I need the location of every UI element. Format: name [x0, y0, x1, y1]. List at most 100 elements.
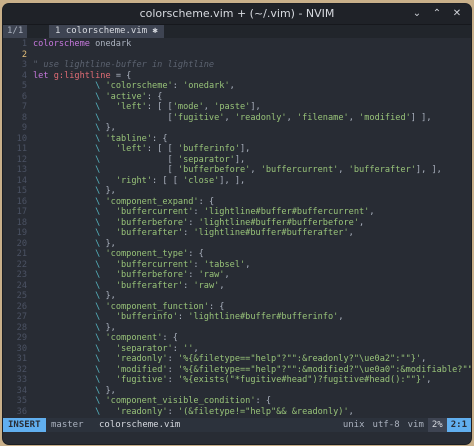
line-number: 22 [16, 259, 27, 270]
code-line[interactable]: 28 \ }, [3, 323, 471, 334]
code-line[interactable]: 6 \ 'active': { [3, 92, 471, 103]
tab-active[interactable]: 1 colorscheme.vim ✱ [49, 25, 164, 38]
code-line[interactable]: 14 \ 'right': [ [ 'close'], ], [3, 176, 471, 187]
line-number: 2 [21, 49, 27, 60]
code-line[interactable]: 35 \ 'component_visible_condition': { [3, 396, 471, 407]
code-line[interactable]: 9 \ }, [3, 123, 471, 134]
code-line[interactable]: 7 \ 'left': [ ['mode', 'paste'], [3, 102, 471, 113]
line-text: \ }, [95, 291, 116, 301]
line-number: 14 [16, 175, 27, 186]
line-text: " use lightline-buffer in lightline [33, 60, 215, 70]
window-title: colorscheme.vim + (~/.vim) - NVIM [139, 7, 335, 20]
line-text: \ 'right': [ [ 'close'], ], [95, 175, 246, 186]
mode-indicator: INSERT [3, 418, 46, 432]
code-line[interactable]: 23 \ 'bufferbefore': 'raw', [3, 270, 471, 281]
code-line[interactable]: 2 [3, 50, 471, 61]
line-text: \ }, [95, 123, 116, 133]
line-text: \ ['fugitive', 'readonly', 'filename', '… [95, 112, 432, 123]
code-line[interactable]: 8 \ ['fugitive', 'readonly', 'filename',… [3, 113, 471, 124]
line-number: 30 [16, 343, 27, 354]
line-text: \ 'bufferinfo': 'lightline#buffer#buffer… [95, 312, 344, 322]
code-line[interactable]: 33 \ 'fugitive': '%{exists("*fugitive#he… [3, 375, 471, 386]
line-text: \ 'fugitive': '%{exists("*fugitive#head"… [95, 375, 432, 385]
code-line[interactable]: 1 colorscheme onedark [3, 39, 471, 50]
code-line[interactable]: 16 \ 'component_expand': { [3, 197, 471, 208]
line-text: \ 'active': { [95, 91, 163, 102]
line-number: 32 [16, 364, 27, 375]
code-line[interactable]: 24 \ 'bufferafter': 'raw', [3, 281, 471, 292]
code-line[interactable]: 10 \ 'tabline': { [3, 134, 471, 145]
code-line[interactable]: 31 \ 'readonly': '%{&filetype=="help"?""… [3, 354, 471, 365]
code-line[interactable]: 19 \ 'bufferafter': 'lightline#buffer#bu… [3, 228, 471, 239]
line-number: 15 [16, 186, 27, 196]
line-text: \ 'tabline': { [95, 133, 168, 144]
line-number: 5 [21, 81, 27, 91]
line-number: 13 [16, 165, 27, 175]
command-line[interactable] [3, 432, 471, 444]
line-number: 33 [16, 375, 27, 385]
code-line[interactable]: 20 \ }, [3, 239, 471, 250]
git-branch: master [51, 420, 84, 430]
line-number: 24 [16, 280, 27, 291]
line-text: \ 'readonly': '%{&filetype=="help"?"":&r… [95, 354, 427, 364]
line-text: \ 'bufferafter': 'raw', [95, 280, 225, 291]
maximize-icon[interactable]: ⌃ [431, 8, 443, 20]
line-number: 6 [21, 91, 27, 102]
code-line[interactable]: 22 \ 'buffercurrent': 'tabsel', [3, 260, 471, 271]
code-line[interactable]: 29 \ 'component': { [3, 333, 471, 344]
code-line[interactable]: 15 \ }, [3, 186, 471, 197]
code-line[interactable]: 27 \ 'bufferinfo': 'lightline#buffer#buf… [3, 312, 471, 323]
statusline: INSERT master colorscheme.vim unix utf-8… [3, 418, 471, 432]
code-line[interactable]: 3 " use lightline-buffer in lightline [3, 60, 471, 71]
line-text: \ 'component_expand': { [95, 196, 215, 207]
line-number: 4 [21, 70, 27, 81]
code-line[interactable]: 30 \ 'separator': '', [3, 344, 471, 355]
line-text: let g:lightline = { [33, 70, 132, 81]
line-number: 19 [16, 228, 27, 238]
cursor-position: 2:1 [446, 418, 471, 432]
line-text: \ }, [95, 385, 116, 396]
line-text: \ 'component_type': { [95, 249, 204, 259]
statusline-right: unix utf-8 vim 2% 2:1 [339, 418, 471, 432]
file-type: vim [407, 420, 424, 430]
code-line[interactable]: 17 \ 'buffercurrent': 'lightline#buffer#… [3, 207, 471, 218]
code-line[interactable]: 21 \ 'component_type': { [3, 249, 471, 260]
line-text: \ 'bufferafter': 'lightline#buffer#buffe… [95, 228, 354, 238]
code-editor[interactable]: 1 colorscheme onedark 2 3 " use lightline-bu… [3, 39, 471, 417]
line-text: \ 'modified': '%{&filetype=="help"?"":&m… [95, 364, 471, 375]
code-line[interactable]: 36 \ 'readonly': '(&filetype!="help"&& &… [3, 407, 471, 418]
line-text: \ 'left': [ ['mode', 'paste'], [95, 102, 261, 112]
code-line[interactable]: 26 \ 'component_function': { [3, 302, 471, 313]
line-number: 11 [16, 144, 27, 154]
line-number: 16 [16, 196, 27, 207]
line-text: \ 'component_visible_condition': { [95, 396, 272, 406]
code-line[interactable]: 11 \ 'left': [ [ 'bufferinfo'], [3, 144, 471, 155]
code-line[interactable]: 5 \ 'colorscheme': 'onedark', [3, 81, 471, 92]
line-number: 20 [16, 238, 27, 249]
line-number: 35 [16, 396, 27, 406]
code-line[interactable]: 32 \ 'modified': '%{&filetype=="help"?""… [3, 365, 471, 376]
line-text: \ 'bufferbefore': 'raw', [95, 270, 230, 280]
code-line[interactable]: 12 \ [ 'separator'], [3, 155, 471, 166]
line-number: 29 [16, 333, 27, 343]
scroll-percent: 2% [427, 418, 447, 432]
line-number: 7 [21, 102, 27, 112]
code-line[interactable]: 18 \ 'bufferbefore': 'lightline#buffer#b… [3, 218, 471, 229]
code-line[interactable]: 34 \ }, [3, 386, 471, 397]
code-line[interactable]: 13 \ [ 'bufferbefore', 'buffercurrent', … [3, 165, 471, 176]
line-number: 21 [16, 249, 27, 259]
tabline: 1/1 1 colorscheme.vim ✱ [3, 25, 471, 38]
line-number: 18 [16, 217, 27, 228]
nvim-window: colorscheme.vim + (~/.vim) - NVIM ⌄ ⌃ ✕ … [3, 4, 471, 444]
line-number: 10 [16, 133, 27, 144]
code-line[interactable]: 4 let g:lightline = { [3, 71, 471, 82]
minimize-icon[interactable]: ⌄ [411, 8, 423, 20]
line-number: 23 [16, 270, 27, 280]
code-line[interactable]: 25 \ }, [3, 291, 471, 302]
line-number: 28 [16, 322, 27, 333]
close-icon[interactable]: ✕ [451, 8, 463, 20]
line-text: \ }, [95, 322, 116, 333]
line-text: \ 'component_function': { [95, 301, 225, 312]
line-text: \ }, [95, 186, 116, 196]
line-text: \ [ 'separator'], [95, 154, 246, 165]
